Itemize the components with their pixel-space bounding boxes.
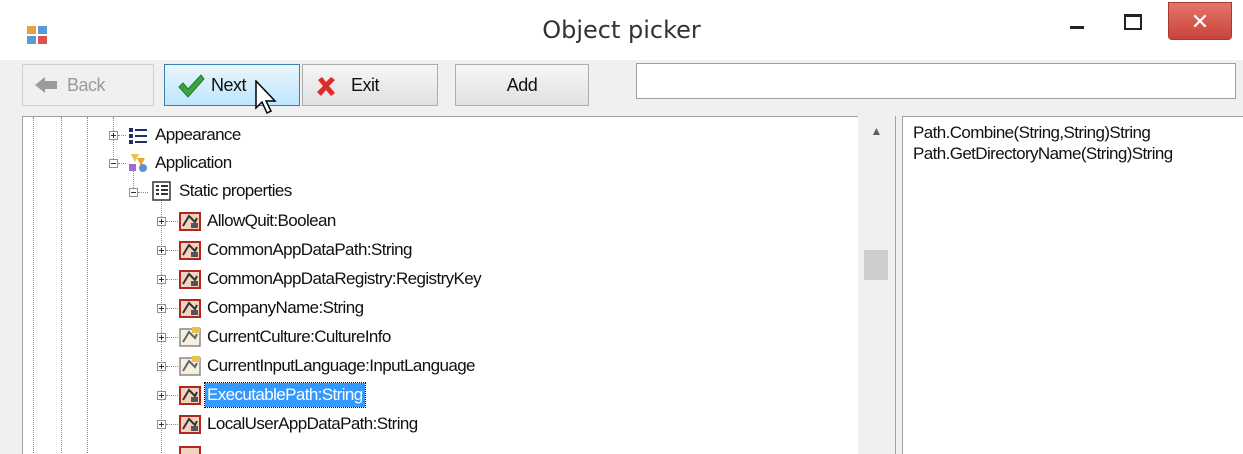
property-icon (179, 299, 201, 318)
tree-line (166, 279, 178, 280)
tree-node-property[interactable]: CommonAppDataRegistry:RegistryKey (205, 267, 483, 291)
application-icon (129, 154, 147, 172)
tree-line (166, 221, 178, 222)
close-icon: ✕ (1190, 9, 1210, 34)
tree-node-static-properties[interactable]: Static properties (177, 179, 294, 203)
scroll-thumb[interactable] (864, 250, 888, 280)
maximize-icon (1124, 14, 1142, 30)
back-button[interactable]: Back (22, 64, 154, 106)
property-icon (179, 415, 201, 434)
list-item[interactable]: Path.GetDirectoryName(String)String (913, 144, 1173, 164)
minimize-icon (1070, 26, 1084, 29)
tree-expander[interactable] (157, 391, 166, 400)
property-readwrite-icon (179, 327, 201, 347)
methods-list[interactable]: Path.Combine(String,String)String Path.G… (902, 116, 1243, 454)
tree-line (118, 163, 126, 164)
exit-button-label: Exit (351, 75, 380, 95)
tree-line (166, 250, 178, 251)
tree-expander[interactable] (157, 246, 166, 255)
add-button[interactable]: Add (455, 64, 589, 106)
tree-node-property-selected[interactable]: ExecutablePath:String (204, 382, 366, 408)
chevron-up-icon: ▲ (870, 124, 883, 138)
list-icon (129, 128, 147, 144)
tree-expander[interactable] (157, 275, 166, 284)
tree-line (87, 117, 88, 454)
tree-line (118, 135, 126, 136)
title-bar: Object picker ✕ (0, 0, 1243, 60)
tree-expander[interactable] (109, 159, 118, 168)
tree-line (161, 199, 162, 454)
tree-expander[interactable] (157, 362, 166, 371)
property-icon (179, 270, 201, 289)
tree-node-property[interactable]: CompanyName:String (205, 296, 365, 320)
mouse-cursor-icon (255, 80, 277, 115)
tree-expander[interactable] (157, 304, 166, 313)
property-icon (179, 446, 201, 454)
tree-node-property[interactable]: CommonAppDataPath:String (205, 238, 414, 262)
tree-line (166, 366, 178, 367)
tree-scrollbar[interactable]: ▲ (858, 116, 895, 454)
tree-line (166, 424, 178, 425)
tree-expander[interactable] (157, 333, 166, 342)
tree-node-property[interactable]: CurrentInputLanguage:InputLanguage (205, 354, 477, 378)
minimize-button[interactable] (1052, 0, 1098, 42)
property-readwrite-icon (179, 356, 201, 376)
object-tree[interactable]: Appearance Application Static properties (22, 116, 896, 454)
tree-node-property[interactable]: LocalUserAppDataPath:String (205, 412, 420, 436)
tree-expander[interactable] (109, 131, 118, 140)
tree-expander[interactable] (157, 420, 166, 429)
tree-line (61, 117, 62, 454)
tree-line (166, 337, 178, 338)
tree-node-appearance[interactable]: Appearance (153, 123, 243, 147)
property-icon (179, 241, 201, 260)
tree-node-property[interactable]: CurrentCulture:CultureInfo (205, 325, 393, 349)
add-button-label: Add (506, 75, 538, 95)
tree-line (33, 117, 34, 454)
tree-node-application[interactable]: Application (153, 151, 234, 175)
back-button-label: Back (67, 75, 106, 95)
property-icon (179, 212, 201, 231)
tree-line (166, 308, 178, 309)
tree-expander[interactable] (129, 188, 138, 197)
maximize-button[interactable] (1104, 0, 1156, 42)
checkmark-icon (178, 74, 205, 98)
filter-input[interactable] (636, 63, 1236, 99)
back-arrow-icon (35, 77, 57, 93)
exit-button[interactable]: Exit (302, 64, 438, 106)
properties-icon (152, 181, 171, 201)
scroll-up-button[interactable]: ▲ (858, 116, 895, 148)
tree-line (138, 192, 148, 193)
red-x-icon (317, 77, 335, 96)
next-button-label: Next (211, 75, 247, 95)
close-button[interactable]: ✕ (1168, 2, 1232, 40)
list-item[interactable]: Path.Combine(String,String)String (913, 123, 1151, 143)
tree-expander[interactable] (157, 217, 166, 226)
object-picker-window: Object picker ✕ Back Next Exit Add Appea… (0, 0, 1243, 454)
property-icon (179, 386, 201, 405)
next-button[interactable]: Next (164, 64, 300, 106)
tree-line (166, 395, 178, 396)
tree-node-property[interactable]: AllowQuit:Boolean (205, 209, 338, 233)
